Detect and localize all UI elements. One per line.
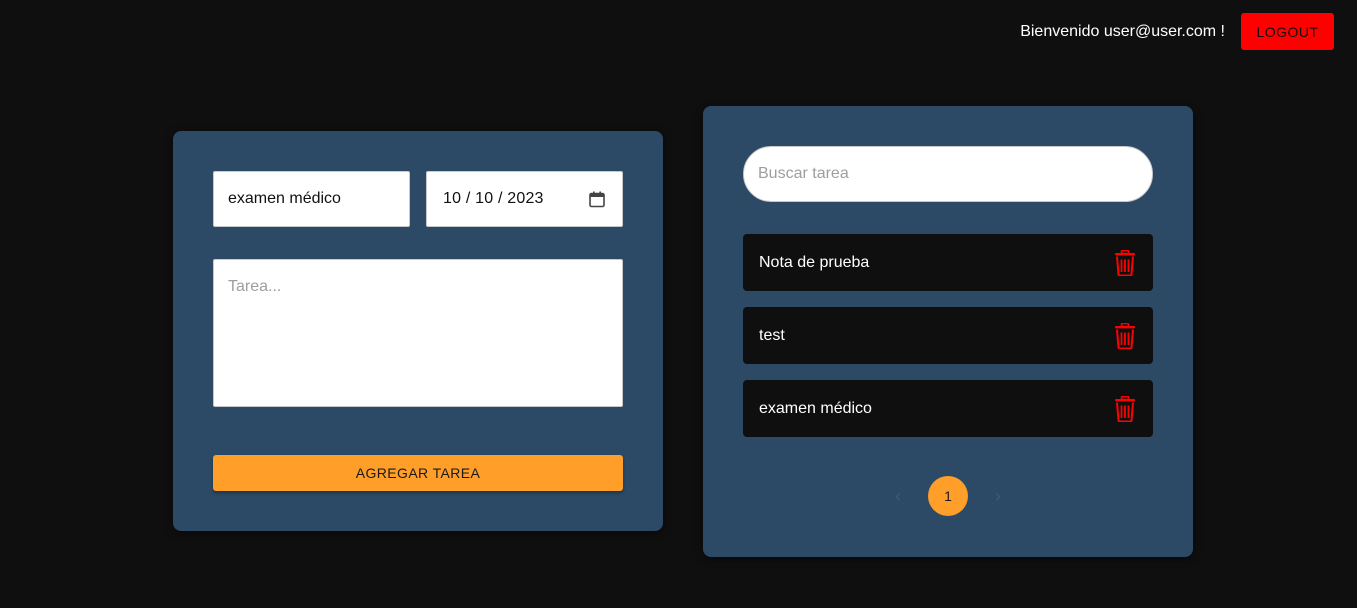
list-item[interactable]: examen médico (743, 380, 1153, 437)
trash-icon[interactable] (1113, 395, 1137, 423)
task-date-input[interactable]: 10 / 10 / 2023 (426, 171, 623, 227)
task-list-panel: Buscar tarea Nota de prueba test examen … (703, 106, 1193, 557)
task-date-value: 10 / 10 / 2023 (443, 190, 544, 207)
list-item[interactable]: Nota de prueba (743, 234, 1153, 291)
top-bar: Bienvenido user@user.com ! LOGOUT (1020, 13, 1334, 50)
task-title-value: examen médico (228, 190, 341, 207)
task-item-label: Nota de prueba (759, 253, 870, 271)
page-1-button[interactable]: 1 (928, 476, 968, 516)
pagination: ‹ 1 › (703, 476, 1193, 516)
task-description-placeholder: Tarea... (228, 278, 282, 295)
search-placeholder: Buscar tarea (758, 165, 849, 182)
calendar-icon[interactable] (588, 190, 606, 208)
list-item[interactable]: test (743, 307, 1153, 364)
task-description-textarea[interactable]: Tarea... (213, 259, 623, 407)
trash-icon[interactable] (1113, 249, 1137, 277)
welcome-message: Bienvenido user@user.com ! (1020, 22, 1225, 40)
task-list: Nota de prueba test examen médico (743, 234, 1153, 453)
search-task-input[interactable]: Buscar tarea (743, 146, 1153, 202)
trash-icon[interactable] (1113, 322, 1137, 350)
task-item-label: test (759, 326, 785, 344)
task-title-input[interactable]: examen médico (213, 171, 410, 227)
add-task-button[interactable]: AGREGAR TAREA (213, 455, 623, 491)
next-page-button[interactable]: › (982, 486, 1014, 507)
logout-button[interactable]: LOGOUT (1241, 13, 1334, 50)
task-form-panel: examen médico 10 / 10 / 2023 Tarea... AG… (173, 131, 663, 531)
task-item-label: examen médico (759, 399, 872, 417)
prev-page-button[interactable]: ‹ (882, 486, 914, 507)
